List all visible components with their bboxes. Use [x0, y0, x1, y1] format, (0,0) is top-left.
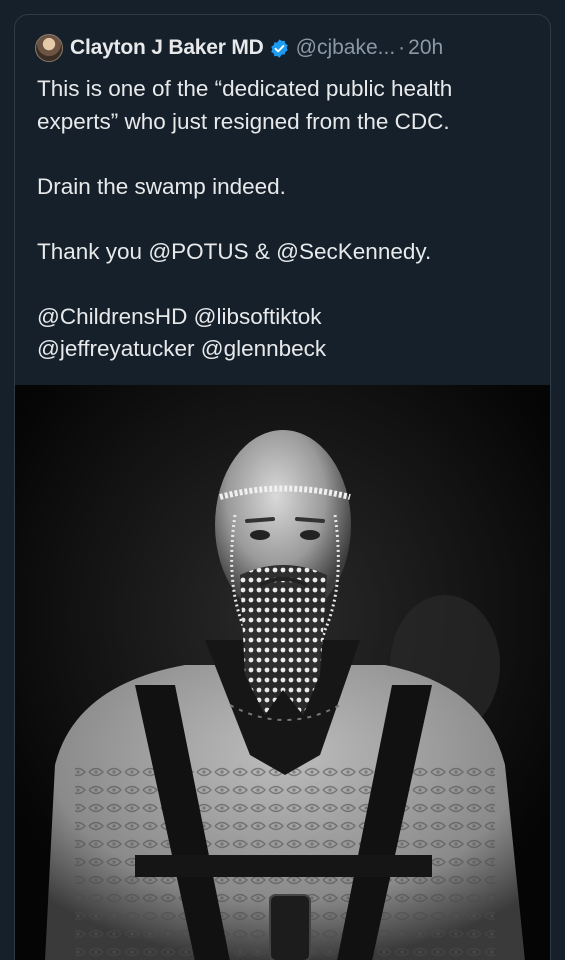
tweet-text-line: @jeffreyatucker @glennbeck: [37, 336, 327, 361]
tweet-header: Clayton J Baker MD @cjbake... · 20h: [35, 33, 536, 63]
tweet-text-line: experts” who just resigned from the CDC.: [37, 108, 450, 134]
author-handle[interactable]: @cjbake...: [296, 36, 396, 60]
tweet-timestamp[interactable]: 20h: [408, 36, 443, 60]
tweet-text-line: This is one of the “dedicated public hea…: [37, 76, 453, 101]
tweet-text: This is one of the “dedicated public hea…: [37, 73, 536, 366]
tweet-photo[interactable]: [15, 385, 550, 960]
author-avatar[interactable]: [35, 34, 63, 62]
separator-dot: ·: [398, 36, 406, 59]
tweet-text-line: Thank you @POTUS & @SecKennedy.: [37, 238, 432, 264]
tweet-card[interactable]: Clayton J Baker MD @cjbake... · 20h This…: [14, 14, 551, 960]
tweet-text-line: @ChildrensHD @libsoftiktok: [37, 303, 322, 329]
author-display-name[interactable]: Clayton J Baker MD: [70, 36, 264, 60]
tweet-text-line: Drain the swamp indeed.: [37, 173, 286, 199]
photo-illustration: [15, 385, 550, 960]
verified-badge-icon: [270, 38, 288, 58]
